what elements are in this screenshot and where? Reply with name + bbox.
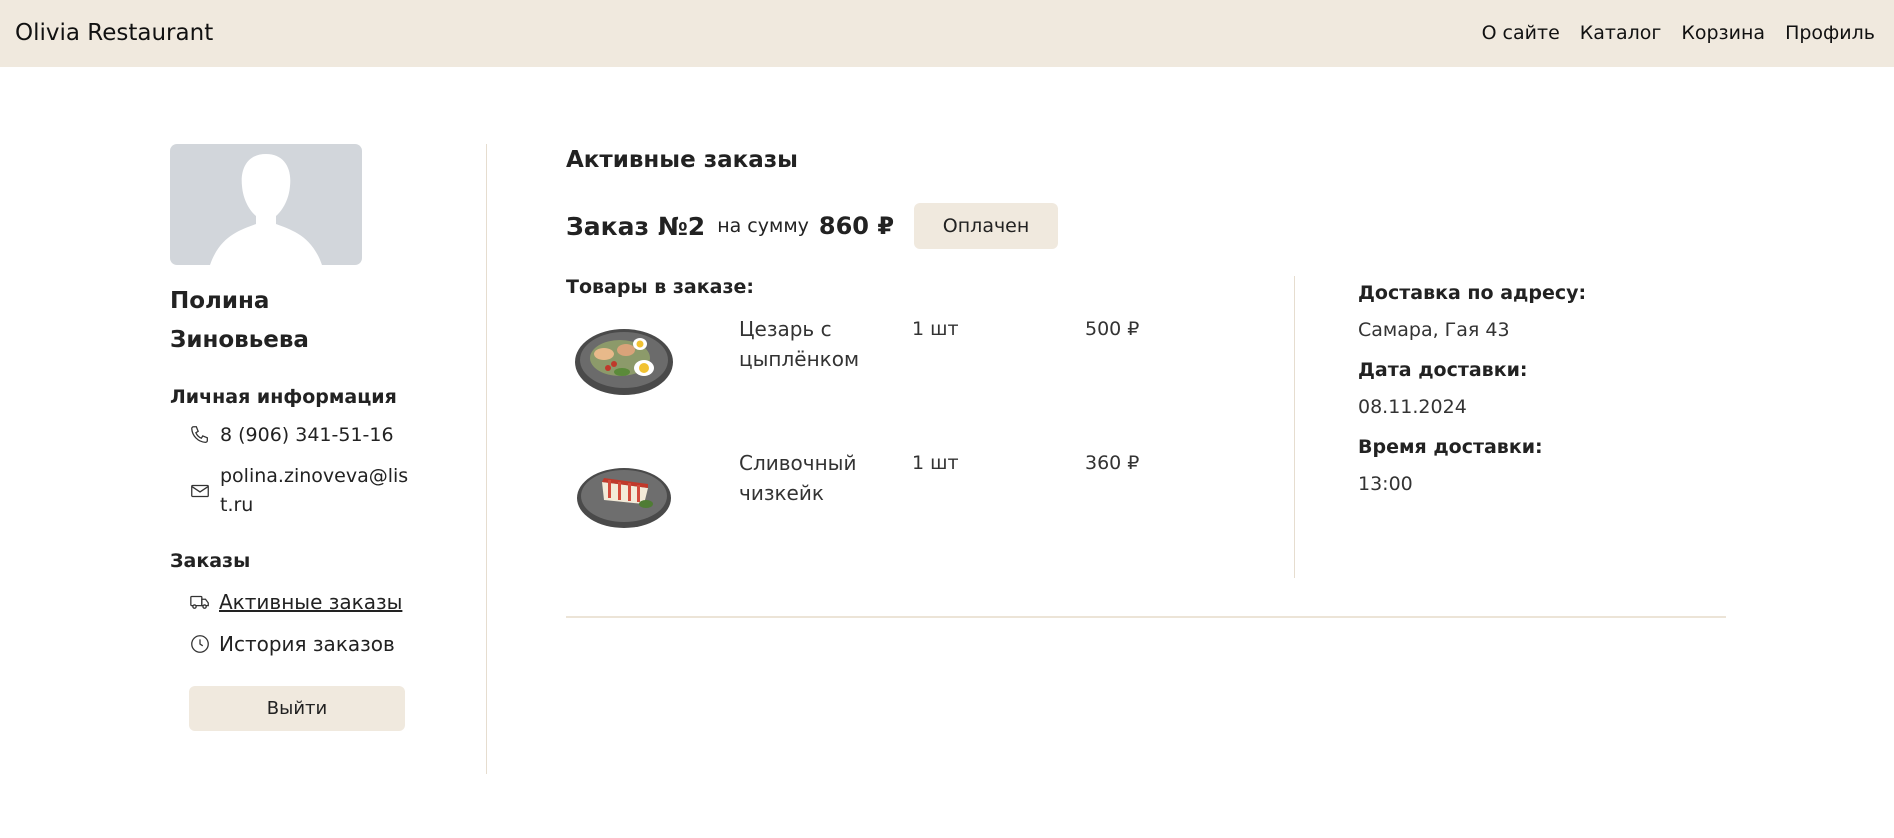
truck-icon	[190, 595, 209, 609]
order-history-label[interactable]: История заказов	[219, 632, 395, 656]
user-first-name: Полина	[170, 288, 270, 314]
nav-link-profile[interactable]: Профиль	[1785, 22, 1875, 44]
brand-logo[interactable]: Olivia Restaurant	[15, 20, 213, 46]
delivery-time-label: Время доставки:	[1358, 436, 1543, 458]
caesar-salad-image	[575, 329, 673, 395]
order-item: Сливочный чизкейк 1 шт 360 ₽	[566, 448, 1266, 558]
delivery-address: Самара, Гая 43	[1358, 319, 1510, 341]
nav-link-about[interactable]: О сайте	[1482, 22, 1560, 44]
active-orders-label[interactable]: Активные заказы	[219, 590, 402, 614]
order-sum-label: на сумму	[717, 215, 809, 237]
sidebar-link-order-history[interactable]: История заказов	[189, 632, 410, 656]
order-status-button[interactable]: Оплачен	[914, 203, 1059, 249]
page-title: Активные заказы	[566, 147, 798, 173]
order-sum: 860 ₽	[818, 212, 895, 240]
nav-link-catalog[interactable]: Каталог	[1580, 22, 1662, 44]
user-last-name: Зиновьева	[170, 327, 309, 353]
logout-button[interactable]: Выйти	[189, 686, 405, 731]
item-name: Сливочный чизкейк	[739, 451, 857, 505]
sidebar-divider	[486, 144, 487, 774]
order-bottom-divider	[566, 616, 1726, 618]
delivery-date-label: Дата доставки:	[1358, 359, 1528, 381]
phone-icon	[191, 426, 208, 443]
nav-link-cart[interactable]: Корзина	[1681, 22, 1765, 44]
personal-info-title: Личная информация	[170, 386, 397, 408]
top-navbar: Olivia Restaurant О сайте Каталог Корзин…	[0, 0, 1894, 67]
nav-links: О сайте Каталог Корзина Профиль	[1462, 22, 1875, 44]
email-row: polina.zinoveva@list.ru	[189, 462, 410, 520]
delivery-time: 13:00	[1358, 473, 1413, 495]
email-text: polina.zinoveva@list.ru	[220, 465, 409, 516]
clock-icon	[191, 635, 209, 653]
envelope-icon	[191, 484, 209, 498]
orders-main: Активные заказы Заказ №2 на сумму 860 ₽ …	[566, 144, 1726, 618]
sidebar-link-active-orders[interactable]: Активные заказы	[189, 590, 410, 614]
user-name: Полина Зиновьева	[170, 282, 410, 360]
item-price: 360 ₽	[1085, 452, 1140, 474]
avatar	[170, 144, 362, 265]
item-quantity: 1 шт	[912, 318, 959, 340]
order-number: Заказ №2	[566, 211, 706, 241]
item-price: 500 ₽	[1085, 318, 1140, 340]
phone-text: 8 (906) 341-51-16	[220, 424, 394, 446]
order-item: Цезарь с цыплёнком 1 шт 500 ₽	[566, 314, 1266, 424]
item-quantity: 1 шт	[912, 452, 959, 474]
delivery-date: 08.11.2024	[1358, 396, 1467, 418]
order-body: Товары в заказе: Цезарь с цыплёнком 1 шт…	[566, 276, 1726, 578]
order-header: Заказ №2 на сумму 860 ₽ Оплачен	[566, 203, 1726, 249]
phone-row: 8 (906) 341-51-16	[189, 424, 410, 446]
orders-title: Заказы	[170, 550, 251, 572]
user-silhouette-icon	[210, 154, 322, 265]
profile-sidebar: Полина Зиновьева Личная информация 8 (90…	[170, 144, 410, 731]
delivery-address-label: Доставка по адресу:	[1358, 282, 1587, 304]
delivery-info: Доставка по адресу: Самара, Гая 43 Дата …	[1358, 276, 1658, 513]
item-name: Цезарь с цыплёнком	[739, 317, 860, 371]
cheesecake-image	[577, 468, 671, 528]
order-details-divider	[1294, 276, 1295, 578]
